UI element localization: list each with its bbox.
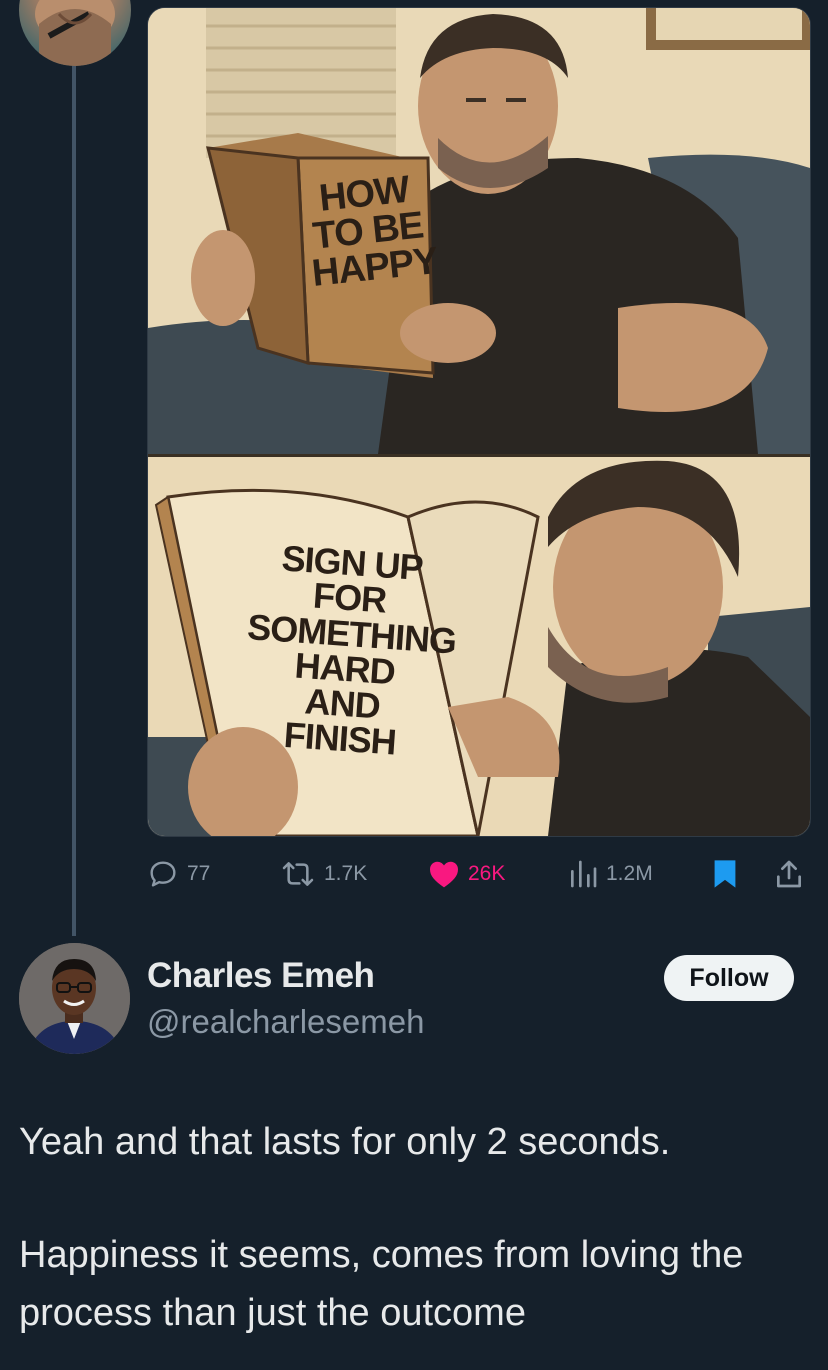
share-icon xyxy=(777,860,801,888)
bookmark-icon xyxy=(714,860,736,888)
reply-icon xyxy=(150,861,176,887)
author-display-name[interactable]: Charles Emeh xyxy=(147,956,375,996)
thread-connector xyxy=(72,64,76,936)
bookmark-button[interactable] xyxy=(712,856,738,892)
views-icon xyxy=(571,860,597,888)
author-avatar-photo xyxy=(19,943,130,1054)
repost-count: 1.7K xyxy=(324,862,368,885)
author-handle[interactable]: @realcharlesemeh xyxy=(147,1003,424,1041)
views-button[interactable]: 1.2M xyxy=(568,856,653,892)
reply-count: 77 xyxy=(187,862,211,885)
tweet-text-line-1: Yeah and that lasts for only 2 seconds. xyxy=(19,1121,671,1163)
tweet-text-line-2: Happiness it seems, comes from loving th… xyxy=(19,1234,744,1334)
avatar-illustration xyxy=(35,0,115,66)
bottom-book-text: SIGN UP FOR SOMETHING HARD AND FINISH xyxy=(239,537,457,763)
repost-button[interactable]: 1.7K xyxy=(280,856,367,892)
author-avatar[interactable] xyxy=(19,943,130,1054)
repost-icon xyxy=(282,862,314,886)
share-button[interactable] xyxy=(773,856,805,892)
top-book-title: HOW TO BE HAPPY xyxy=(302,169,440,296)
heart-icon xyxy=(430,861,458,888)
meme-panel-top: HOW TO BE HAPPY xyxy=(148,8,810,454)
follow-button[interactable]: Follow xyxy=(664,955,794,1001)
meme-panel-bottom: SIGN UP FOR SOMETHING HARD AND FINISH xyxy=(148,457,810,836)
view-count: 1.2M xyxy=(606,862,653,885)
like-button[interactable]: 26K xyxy=(428,856,505,892)
previous-tweet-avatar[interactable] xyxy=(19,0,131,66)
like-count: 26K xyxy=(468,862,506,885)
tweet-action-bar: 77 1.7K 26K 1.2M xyxy=(0,856,828,892)
tweet-media-image[interactable]: HOW TO BE HAPPY SIGN UP FOR SOMETHING HA… xyxy=(147,7,811,837)
reply-button[interactable]: 77 xyxy=(147,856,210,892)
